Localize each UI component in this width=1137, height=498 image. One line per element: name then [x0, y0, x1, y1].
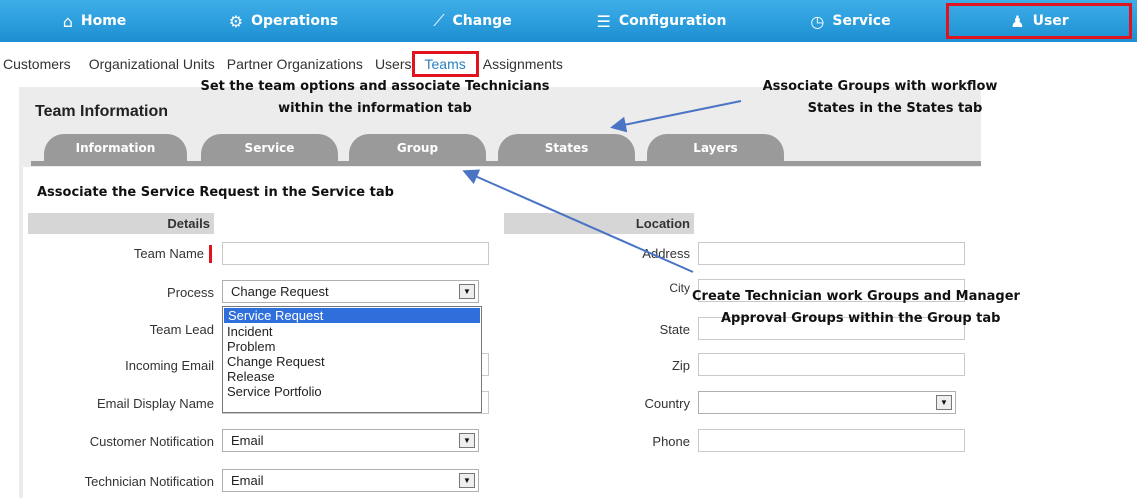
required-marker [209, 245, 212, 263]
subnav-assignments[interactable]: Assignments [483, 56, 563, 72]
annotation-states-line2: States in the States tab [807, 101, 983, 116]
tab-layers[interactable]: Layers [647, 134, 784, 162]
dropdown-option[interactable]: Release [223, 369, 481, 384]
process-select[interactable]: Change Request ▼ [222, 280, 479, 303]
technician-notification-value: Email [231, 473, 264, 488]
chevron-down-icon[interactable]: ▼ [459, 284, 475, 299]
clock-icon: ◷ [810, 11, 825, 31]
subnav-users[interactable]: Users [375, 56, 412, 72]
annotation-group-line1: Create Technician work Groups and Manage… [692, 289, 1020, 304]
annotation-information-tab: Set the team options and associate Techn… [180, 76, 570, 120]
configuration-icon: ☰ [596, 11, 611, 31]
tab-service[interactable]: Service [201, 134, 338, 162]
phone-input[interactable] [698, 429, 965, 452]
annotation-information-line2: within the information tab [278, 101, 472, 116]
annotation-group-line2: Approval Groups within the Group tab [721, 311, 1001, 326]
tab-information[interactable]: Information [44, 134, 187, 162]
process-select-value: Change Request [231, 284, 329, 299]
dropdown-option[interactable]: Change Request [223, 354, 481, 369]
state-label: State [659, 322, 690, 337]
chevron-down-icon[interactable]: ▼ [459, 433, 475, 448]
nav-change-label: Change [452, 13, 512, 29]
annotation-service-tab: Associate the Service Request in the Ser… [37, 185, 394, 200]
zip-label: Zip [671, 358, 690, 373]
page-title: Team Information [35, 103, 169, 120]
customer-notification-value: Email [231, 433, 264, 448]
team-lead-label: Team Lead [149, 322, 214, 337]
nav-home[interactable]: ⌂ Home [0, 0, 189, 42]
team-name-input[interactable] [222, 242, 489, 265]
nav-configuration-label: Configuration [618, 13, 727, 29]
technician-notification-select[interactable]: Email ▼ [222, 469, 479, 492]
tab-bar: Information Service Group States Layers [31, 134, 981, 166]
nav-operations[interactable]: ⚙ Operations [189, 0, 378, 42]
dropdown-option[interactable]: Problem [223, 339, 481, 354]
annotation-states-line1: Associate Groups with workflow [762, 79, 998, 94]
subnav-teams[interactable]: Teams [411, 51, 479, 77]
subnav-customers[interactable]: Customers [3, 56, 71, 72]
dropdown-option[interactable]: Incident [223, 324, 481, 339]
home-icon: ⌂ [62, 11, 73, 31]
process-dropdown-list: Service Request Incident Problem Change … [222, 306, 482, 413]
change-icon: ⟋ [433, 11, 445, 30]
address-label: Address [642, 246, 690, 261]
nav-change[interactable]: ⟋ Change [378, 0, 567, 42]
nav-configuration[interactable]: ☰ Configuration [567, 0, 756, 42]
annotation-states-tab: Associate Groups with workflow States in… [730, 76, 1030, 120]
top-nav: ⌂ Home ⚙ Operations ⟋ Change ☰ Configura… [0, 0, 1137, 42]
chevron-down-icon[interactable]: ▼ [936, 395, 952, 410]
zip-input[interactable] [698, 353, 965, 376]
customer-notification-label: Customer Notification [89, 434, 214, 449]
country-select[interactable]: ▼ [698, 391, 956, 414]
location-header: Location [504, 213, 694, 234]
technician-notification-label: Technician Notification [84, 474, 214, 489]
chevron-down-icon[interactable]: ▼ [459, 473, 475, 488]
phone-label: Phone [652, 434, 690, 449]
nav-user-label: User [1032, 13, 1069, 29]
subnav-partner-organizations[interactable]: Partner Organizations [227, 56, 363, 72]
process-label: Process [167, 285, 214, 300]
annotation-group-tab: Create Technician work Groups and Manage… [692, 286, 1052, 330]
customer-notification-select[interactable]: Email ▼ [222, 429, 479, 452]
incoming-email-label: Incoming Email [125, 358, 214, 373]
nav-user[interactable]: ♟ User [945, 0, 1134, 42]
nav-home-label: Home [80, 13, 127, 29]
address-input[interactable] [698, 242, 965, 265]
tab-group[interactable]: Group [349, 134, 486, 162]
nav-service[interactable]: ◷ Service [756, 0, 945, 42]
nav-operations-label: Operations [251, 13, 339, 29]
dropdown-option[interactable]: Service Portfolio [223, 384, 481, 399]
annotation-information-line1: Set the team options and associate Techn… [200, 79, 550, 94]
sub-nav: Customers Organizational Units Partner O… [0, 50, 575, 78]
gear-icon: ⚙ [228, 11, 244, 31]
subnav-organizational-units[interactable]: Organizational Units [89, 56, 215, 72]
country-label: Country [644, 396, 690, 411]
email-display-name-label: Email Display Name [96, 396, 214, 411]
user-icon: ♟ [1010, 11, 1025, 31]
nav-service-label: Service [832, 13, 891, 29]
team-name-label: Team Name [133, 246, 204, 261]
city-label: City [669, 281, 690, 295]
details-header: Details [28, 213, 214, 234]
tab-states[interactable]: States [498, 134, 635, 162]
dropdown-option[interactable]: Service Request [224, 308, 480, 323]
